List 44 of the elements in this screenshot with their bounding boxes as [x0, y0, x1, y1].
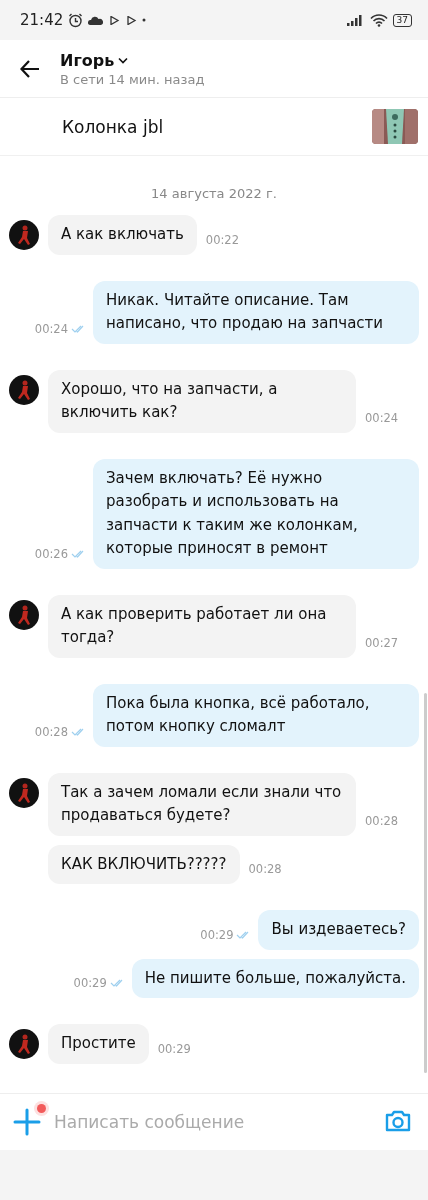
message-bubble: Хорошо, что на запчасти, а включить как? — [48, 369, 356, 433]
scrollbar[interactable] — [424, 693, 427, 1073]
chevron-down-icon[interactable] — [118, 56, 129, 64]
message-composer[interactable]: Написать сообщение — [0, 1093, 428, 1150]
cloud-icon — [88, 15, 104, 25]
avatar — [9, 220, 39, 250]
back-arrow-icon[interactable] — [20, 59, 40, 78]
date-separator: 14 августа 2022 г. — [151, 186, 277, 201]
play-icon — [125, 15, 138, 25]
presence-status: В сети 14 мин. назад — [60, 71, 205, 87]
avatar — [9, 777, 39, 808]
message-time: 00:28 — [365, 813, 399, 828]
message-time: 00:24 — [34, 321, 68, 336]
message-bubble: Вы издеваетесь? — [258, 910, 419, 950]
message-bubble: А как включать — [48, 215, 197, 255]
message-time: 00:29 — [200, 927, 234, 942]
play-icon — [108, 15, 121, 25]
message-bubble: Так а зачем ломали если знали что продаваться будете? — [48, 772, 356, 836]
message-bubble: Не пишите больше, пожалуйста. — [131, 958, 419, 998]
message-input[interactable]: Написать сообщение — [52, 1111, 374, 1133]
message-bubble: Простите — [48, 1024, 149, 1064]
signal-icon — [346, 14, 365, 26]
message-time: 00:22 — [205, 232, 239, 247]
message-bubble: КАК ВКЛЮЧИТЬ????? — [48, 844, 240, 884]
contact-name[interactable]: Игорь — [60, 50, 115, 70]
message-time: 00:29 — [73, 976, 107, 990]
message-time: 00:28 — [34, 724, 68, 739]
message-time: 00:24 — [365, 410, 399, 425]
avatar — [9, 374, 39, 405]
battery-icon: 37 — [392, 13, 412, 27]
status-time: 21:42 — [20, 11, 64, 29]
dot-icon — [142, 18, 147, 22]
message-bubble: А как проверить работает ли она тогда? — [48, 594, 356, 658]
message-time: 00:27 — [365, 635, 399, 650]
avatar — [9, 599, 39, 630]
avatar — [9, 1029, 39, 1059]
alarm-icon — [68, 12, 84, 28]
message-bubble: Зачем включать? Её нужно разобрать и использовать на запчасти к таким же колонкам, которые приносят в ремонт — [93, 458, 419, 569]
message-time: 00:26 — [34, 546, 68, 561]
message-time: 00:28 — [248, 862, 282, 876]
message-bubble: Пока была кнопка, всё работало, потом кнопку сломалт — [93, 683, 419, 747]
wifi-icon — [369, 13, 388, 27]
message-time: 00:29 — [157, 1041, 191, 1056]
message-bubble: Никак. Читайте описание. Там написано, что продаю на запчасти — [93, 280, 419, 344]
